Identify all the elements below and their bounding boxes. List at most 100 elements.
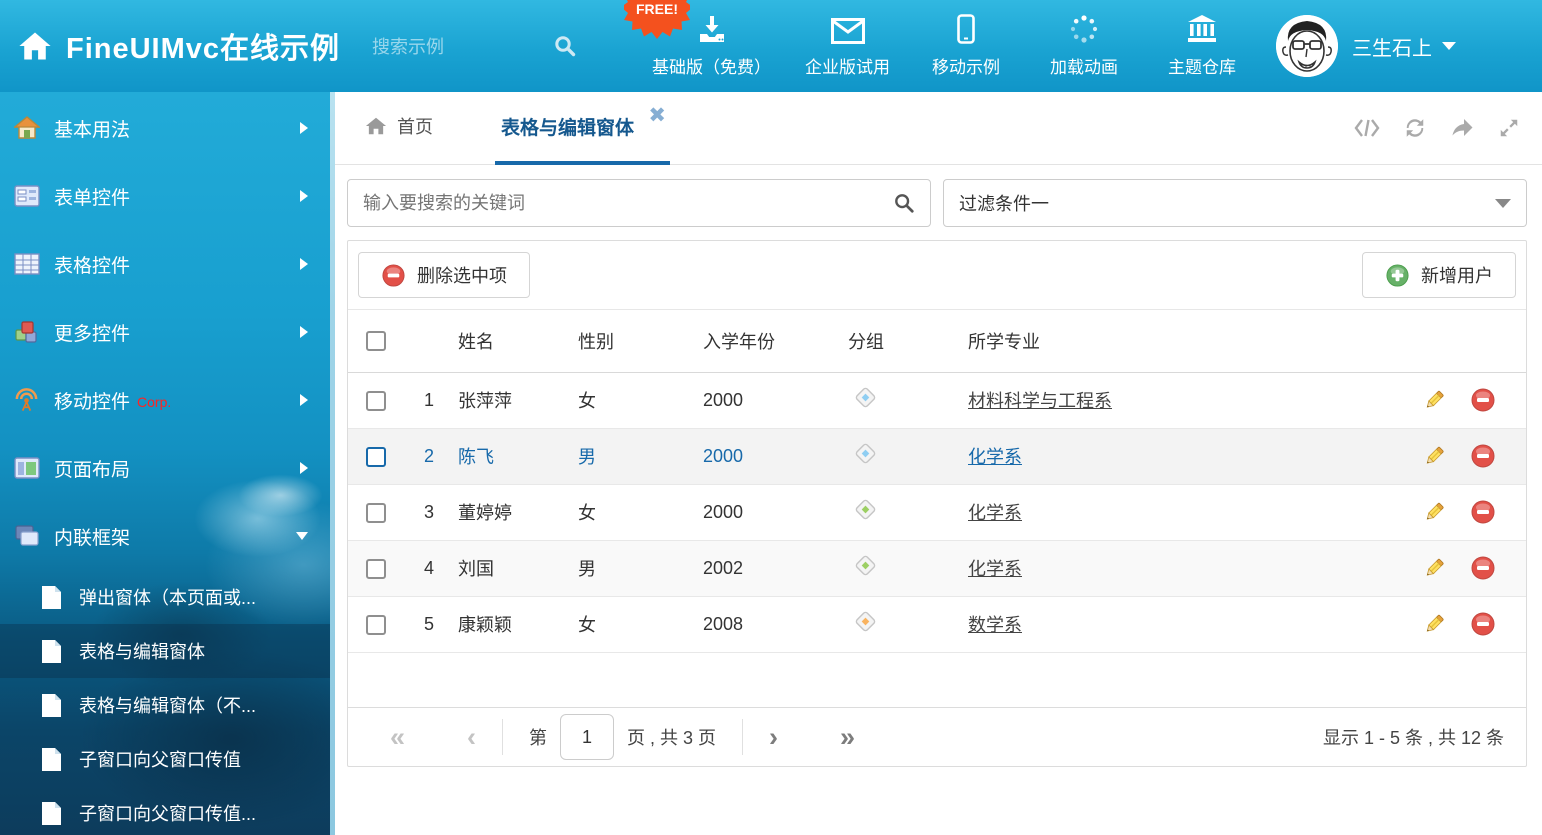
cell-name: 张萍萍 xyxy=(448,372,568,428)
search-icon[interactable] xyxy=(893,192,915,214)
users-table: 姓名 性别 入学年份 分组 所学专业 1 张萍萍 女 2000 材料科学与工程系 xyxy=(348,310,1526,707)
mobile-icon xyxy=(957,14,975,44)
app-window: FineUIMvc在线示例 搜索示例 FREE! xyxy=(0,0,1542,835)
edit-pencil-icon[interactable] xyxy=(1422,500,1446,524)
sidebar-item-basic-usage[interactable]: 基本用法 xyxy=(0,94,330,162)
filter-row: 过滤条件一 xyxy=(347,179,1527,227)
column-header-actions xyxy=(1396,310,1526,372)
search-icon[interactable] xyxy=(553,34,577,58)
nav-mobile-demo[interactable]: 移动示例 xyxy=(924,14,1008,78)
table-row[interactable]: 1 张萍萍 女 2000 材料科学与工程系 xyxy=(348,372,1526,428)
keyword-search-box[interactable] xyxy=(347,179,931,227)
chevron-down-icon xyxy=(296,532,308,540)
major-link[interactable]: 数学系 xyxy=(968,615,1022,635)
sidebar-item-more-controls[interactable]: 更多控件 xyxy=(0,298,330,366)
share-icon[interactable] xyxy=(1450,117,1474,139)
sidebar-edge-strip xyxy=(330,92,335,835)
file-icon xyxy=(40,585,63,610)
plus-circle-icon xyxy=(1385,263,1410,288)
cell-year: 2008 xyxy=(693,596,838,652)
last-page-icon[interactable]: » xyxy=(840,724,855,751)
tag-icon xyxy=(852,496,879,523)
keyword-search-input[interactable] xyxy=(363,193,893,214)
edit-pencil-icon[interactable] xyxy=(1422,444,1446,468)
home-icon[interactable] xyxy=(18,29,52,63)
table-row[interactable]: 3 董婷婷 女 2000 化学系 xyxy=(348,484,1526,540)
prev-page-icon[interactable]: ‹ xyxy=(467,724,476,751)
file-icon xyxy=(40,693,63,718)
tab-active-label: 表格与编辑窗体 xyxy=(501,113,634,140)
nav-label: 加载动画 xyxy=(1050,53,1118,78)
table-row[interactable]: 5 康颖颖 女 2008 数学系 xyxy=(348,596,1526,652)
delete-row-icon[interactable] xyxy=(1470,611,1496,637)
pagination-bar: « ‹ 第 页 , 共 3 页 › » 显示 1 - 5 条 , 共 12 条 xyxy=(348,707,1526,766)
row-checkbox[interactable] xyxy=(366,391,386,411)
nav-label: 主题仓库 xyxy=(1168,53,1236,78)
next-page-icon[interactable]: › xyxy=(769,724,778,751)
row-checkbox[interactable] xyxy=(366,615,386,635)
record-count-summary: 显示 1 - 5 条 , 共 12 条 xyxy=(1323,724,1504,750)
user-name: 三生石上 xyxy=(1352,32,1432,61)
tab-home[interactable]: 首页 xyxy=(365,92,433,165)
sidebar-item-mobile-controls[interactable]: 移动控件 Corp. xyxy=(0,366,330,434)
nav-enterprise-trial[interactable]: 企业版试用 xyxy=(805,14,890,78)
nav-theme-store[interactable]: 主题仓库 xyxy=(1160,14,1244,78)
delete-row-icon[interactable] xyxy=(1470,555,1496,581)
cell-gender: 女 xyxy=(568,596,693,652)
sidebar-subitem-grid-edit-window-2[interactable]: 表格与编辑窗体（不... xyxy=(0,678,330,732)
page-number-input[interactable] xyxy=(560,714,614,760)
header-search[interactable]: 搜索示例 xyxy=(372,33,577,59)
add-user-button[interactable]: 新增用户 xyxy=(1362,252,1516,298)
close-icon[interactable]: ✖ xyxy=(648,105,666,126)
header-search-placeholder: 搜索示例 xyxy=(372,33,444,59)
select-all-checkbox[interactable] xyxy=(366,331,386,351)
column-header-group: 分组 xyxy=(838,310,958,372)
sidebar-subitem-popup-window[interactable]: 弹出窗体（本页面或... xyxy=(0,570,330,624)
edit-pencil-icon[interactable] xyxy=(1422,612,1446,636)
row-checkbox[interactable] xyxy=(366,559,386,579)
code-icon[interactable] xyxy=(1354,118,1380,138)
expand-icon[interactable] xyxy=(1498,117,1520,139)
page-prefix-label: 第 xyxy=(529,724,547,750)
nav-loading-animation[interactable]: 加载动画 xyxy=(1042,14,1126,78)
header-nav: FREE! 基础版（免费） xyxy=(652,14,1244,78)
edit-pencil-icon[interactable] xyxy=(1422,556,1446,580)
row-index: 1 xyxy=(403,372,448,428)
sidebar-subitem-child-to-parent-2[interactable]: 子窗口向父窗口传值... xyxy=(0,786,330,835)
sidebar-item-page-layout[interactable]: 页面布局 xyxy=(0,434,330,502)
filter-dropdown[interactable]: 过滤条件一 xyxy=(943,179,1527,227)
cell-year: 2002 xyxy=(693,540,838,596)
row-checkbox[interactable] xyxy=(366,503,386,523)
sidebar-item-form-controls[interactable]: 表单控件 xyxy=(0,162,330,230)
delete-row-icon[interactable] xyxy=(1470,499,1496,525)
sidebar-item-label: 表单控件 xyxy=(54,183,130,210)
file-icon xyxy=(40,801,63,826)
nav-label: 企业版试用 xyxy=(805,53,890,78)
major-link[interactable]: 化学系 xyxy=(968,559,1022,579)
major-link[interactable]: 化学系 xyxy=(968,447,1022,467)
delete-row-icon[interactable] xyxy=(1470,443,1496,469)
delete-row-icon[interactable] xyxy=(1470,387,1496,413)
sidebar-item-iframe[interactable]: 内联框架 xyxy=(0,502,330,570)
divider xyxy=(502,719,503,755)
major-link[interactable]: 化学系 xyxy=(968,503,1022,523)
first-page-icon[interactable]: « xyxy=(390,724,405,751)
tag-icon xyxy=(852,384,879,411)
row-checkbox[interactable] xyxy=(366,447,386,467)
major-link[interactable]: 材料科学与工程系 xyxy=(968,391,1112,411)
edit-pencil-icon[interactable] xyxy=(1422,388,1446,412)
refresh-icon[interactable] xyxy=(1404,117,1426,139)
sidebar-subitem-child-to-parent[interactable]: 子窗口向父窗口传值 xyxy=(0,732,330,786)
table-row[interactable]: 2 陈飞 男 2000 化学系 xyxy=(348,428,1526,484)
sidebar-item-grid-controls[interactable]: 表格控件 xyxy=(0,230,330,298)
user-menu[interactable]: 三生石上 xyxy=(1276,15,1480,77)
delete-selected-button[interactable]: 删除选中项 xyxy=(358,252,530,298)
table-icon xyxy=(13,251,40,278)
window-tools xyxy=(1354,117,1520,139)
wireless-icon xyxy=(13,387,40,414)
sidebar-subitem-grid-edit-window[interactable]: 表格与编辑窗体 xyxy=(0,624,330,678)
avatar[interactable] xyxy=(1276,15,1338,77)
table-row[interactable]: 4 刘国 男 2002 化学系 xyxy=(348,540,1526,596)
tab-bar: 首页 表格与编辑窗体 ✖ xyxy=(330,92,1542,165)
tab-grid-edit-window[interactable]: 表格与编辑窗体 ✖ xyxy=(495,92,670,165)
